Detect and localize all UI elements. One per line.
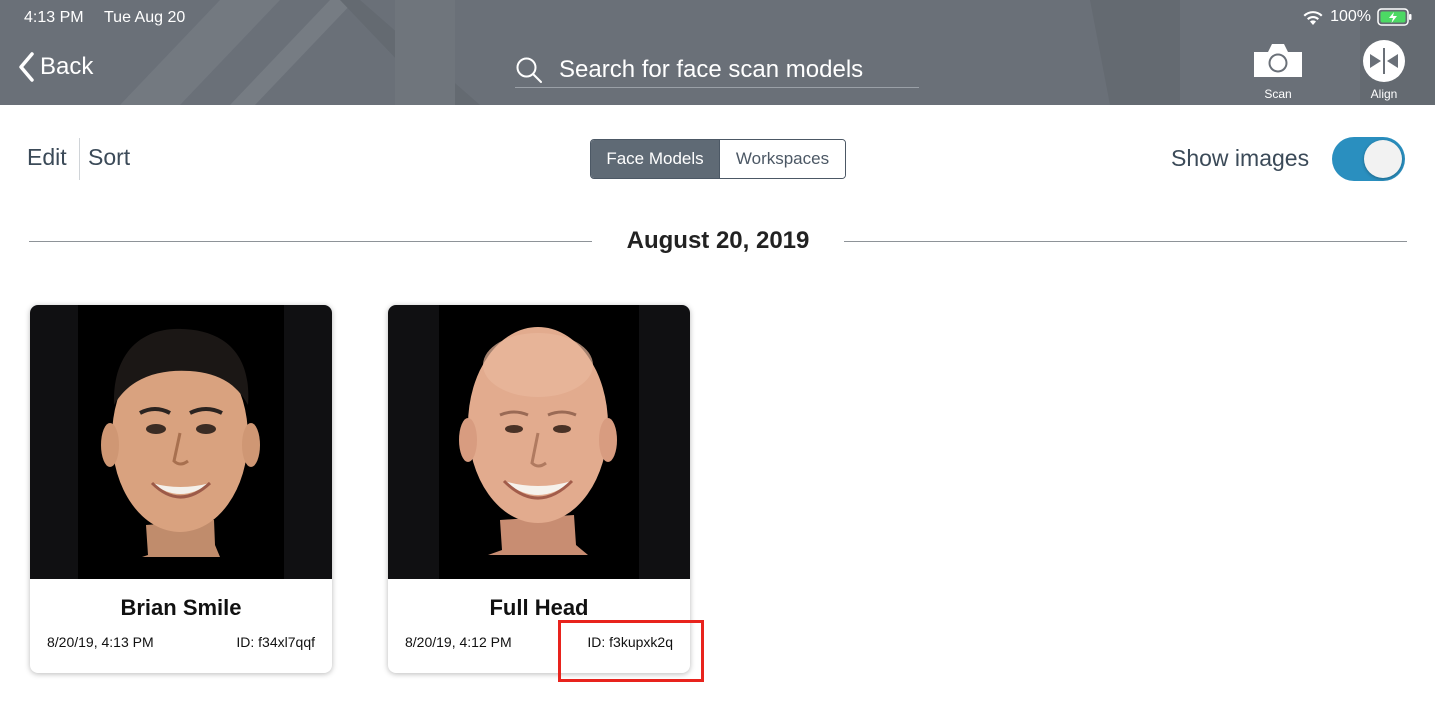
edit-button[interactable]: Edit: [27, 144, 67, 171]
align-icon: [1363, 40, 1405, 82]
battery-charging-icon: [1377, 8, 1412, 26]
card-title: Brian Smile: [120, 595, 242, 620]
card-date: 8/20/19, 4:12 PM: [405, 634, 512, 650]
status-indicators: 100%: [1302, 8, 1413, 26]
search-icon: [516, 57, 542, 83]
face-scan-image: [101, 328, 260, 557]
face-scan-image: [459, 327, 617, 555]
battery-percentage: 100%: [1330, 8, 1371, 25]
top-navigation-bar: 4:13 PM Tue Aug 20 100% Back Search for …: [0, 0, 1435, 105]
face-model-thumbnail: [388, 305, 690, 579]
card-date: 8/20/19, 4:13 PM: [47, 634, 154, 650]
divider: [79, 138, 80, 180]
status-date: Tue Aug 20: [104, 9, 186, 26]
align-button[interactable]: Align: [1354, 40, 1414, 102]
section-divider-left: [29, 241, 592, 242]
sort-button[interactable]: Sort: [88, 144, 130, 171]
scan-label: Scan: [1264, 87, 1292, 101]
face-model-card[interactable]: Brian Smile 8/20/19, 4:13 PM ID: f34xl7q…: [30, 305, 332, 673]
view-segmented-control: Face Models Workspaces: [590, 139, 846, 179]
segment-face-models[interactable]: Face Models: [591, 140, 719, 178]
wifi-icon: [1303, 10, 1323, 25]
back-label: Back: [40, 53, 94, 80]
toggle-knob: [1364, 140, 1402, 178]
face-model-thumbnail: [30, 305, 332, 579]
search-bar[interactable]: [515, 52, 919, 88]
section-date-header: August 20, 2019: [626, 227, 810, 254]
show-images-toggle[interactable]: [1332, 137, 1405, 181]
back-button[interactable]: Back: [18, 52, 93, 82]
chevron-left-icon: [19, 52, 34, 82]
segment-workspaces[interactable]: Workspaces: [718, 140, 845, 178]
status-bar: 4:13 PM Tue Aug 20 100%: [0, 0, 1435, 34]
face-model-card[interactable]: Full Head 8/20/19, 4:12 PM ID: f3kupxk2q: [388, 305, 690, 673]
camera-icon: [1254, 44, 1302, 77]
card-title: Full Head: [489, 595, 589, 620]
status-time: 4:13 PM: [24, 9, 84, 26]
section-divider-right: [844, 241, 1407, 242]
align-label: Align: [1370, 87, 1398, 101]
card-id: ID: f34xl7qqf: [236, 634, 315, 650]
search-input[interactable]: [559, 55, 909, 84]
scan-button[interactable]: Scan: [1248, 40, 1308, 102]
card-id: ID: f3kupxk2q: [587, 634, 673, 650]
show-images-label: Show images: [1171, 145, 1310, 171]
